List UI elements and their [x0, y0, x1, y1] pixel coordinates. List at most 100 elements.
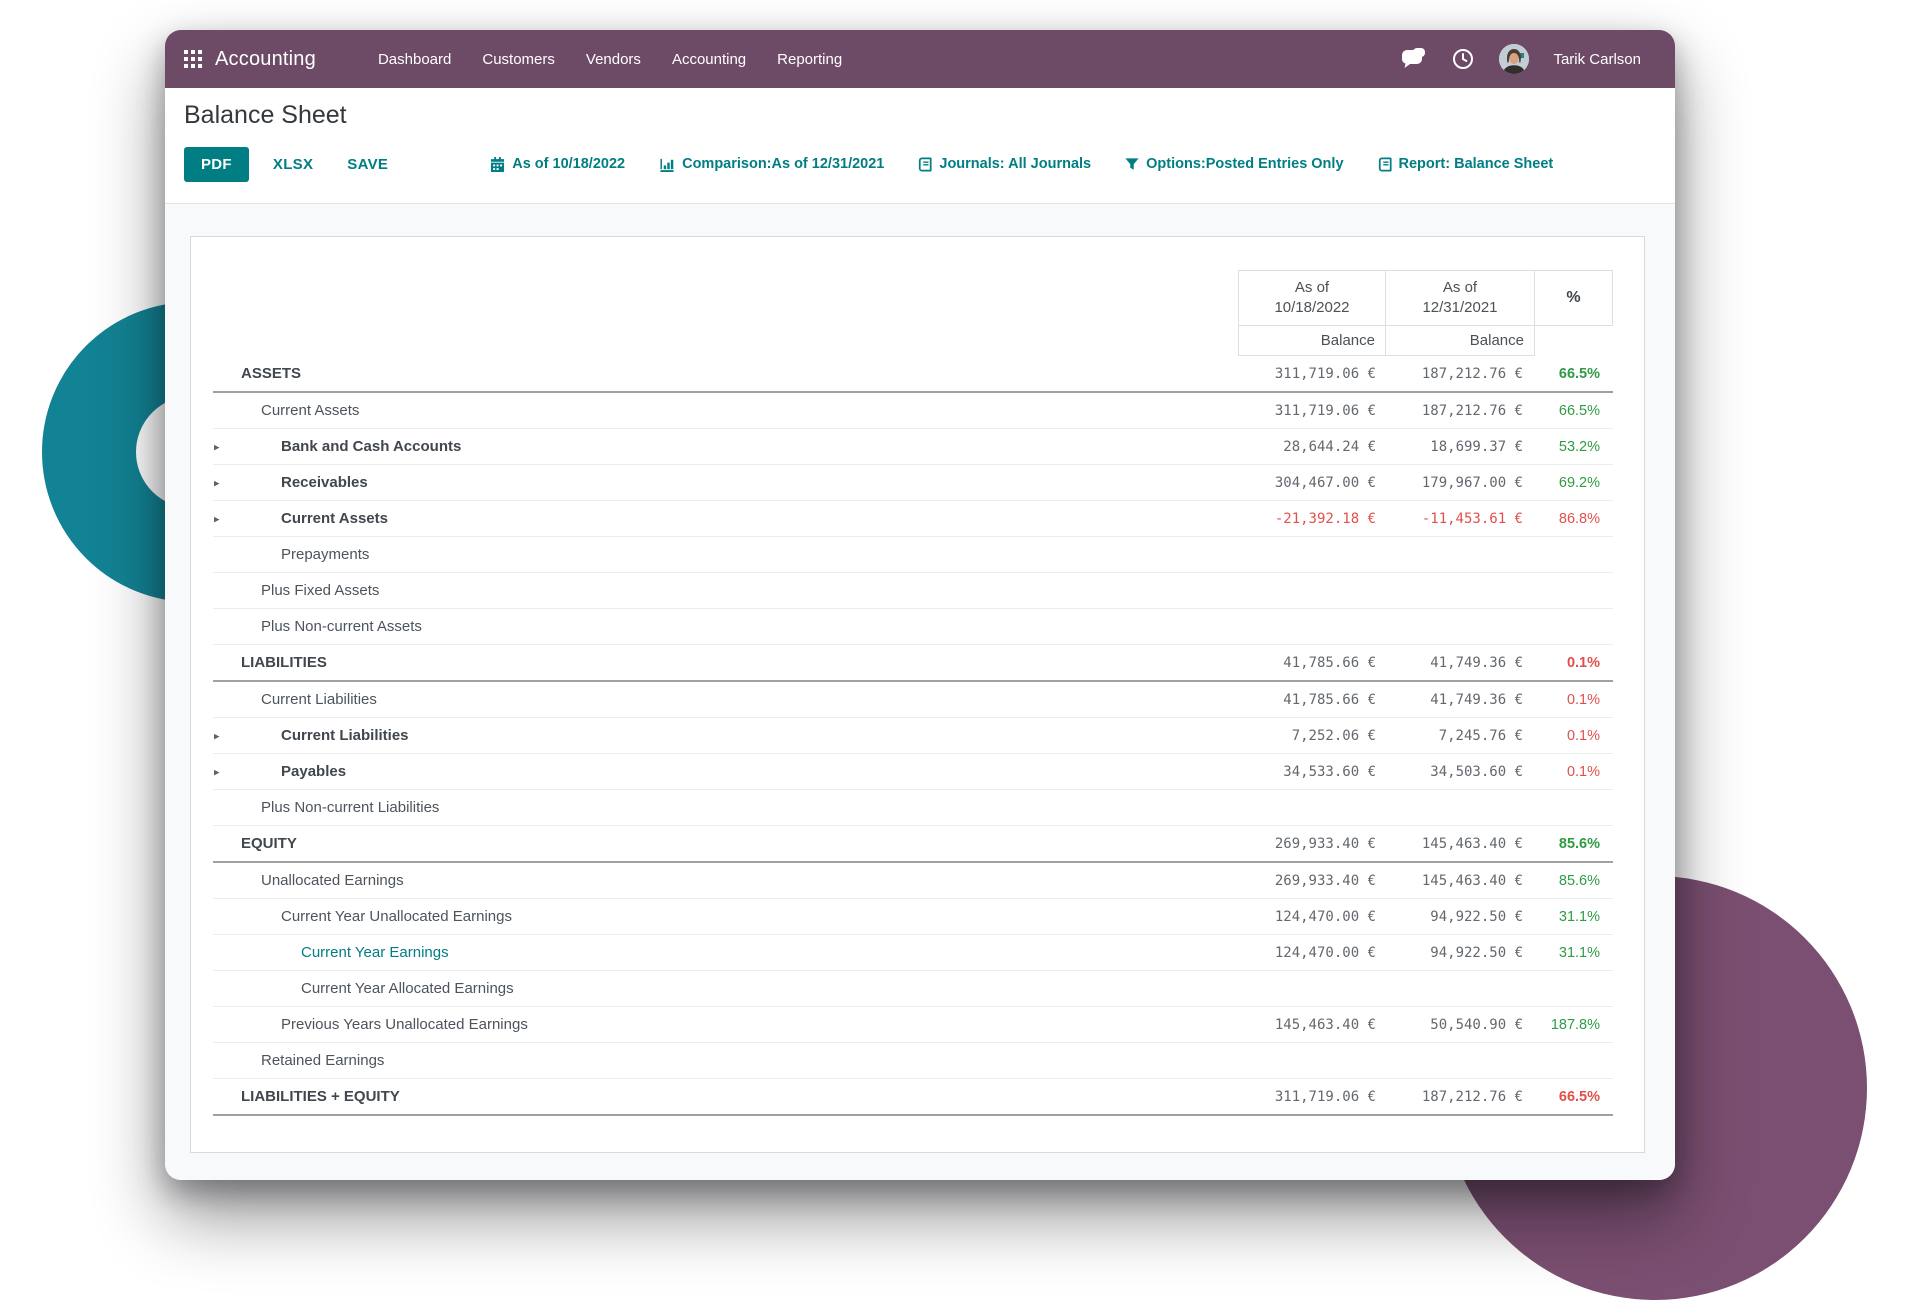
- row-balance-period-2: 41,749.36 €: [1430, 691, 1523, 708]
- subheader-balance-1: Balance: [1238, 325, 1386, 356]
- nav-menu-item-dashboard[interactable]: Dashboard: [378, 51, 451, 68]
- filter-button[interactable]: Report: Balance Sheet: [1378, 156, 1553, 172]
- user-name[interactable]: Tarik Carlson: [1553, 51, 1641, 68]
- row-percent: 85.6%: [1558, 835, 1600, 852]
- xlsx-button[interactable]: XLSX: [263, 147, 323, 182]
- row-label: Receivables: [281, 474, 368, 491]
- options-icon: [1125, 157, 1139, 171]
- row-label: Current Liabilities: [281, 727, 409, 744]
- row-label: Prepayments: [281, 546, 370, 563]
- row-balance-period-2: 187,212.76 €: [1421, 1088, 1523, 1105]
- column-header-period-1: As of 10/18/2022: [1238, 270, 1386, 326]
- row-balance-period-1: 269,933.40 €: [1274, 872, 1376, 889]
- calendar-icon: [490, 156, 505, 172]
- column-header-period-2: As of 12/31/2021: [1385, 270, 1535, 326]
- row-label: Current Liabilities: [261, 691, 377, 708]
- top-navbar: Accounting Dashboard Customers Vendors A…: [165, 30, 1675, 88]
- row-percent: 31.1%: [1558, 944, 1600, 961]
- table-row: ▸ Current Liabilities 41,785.66 € 41,749…: [213, 682, 1613, 718]
- table-header: As of 10/18/2022 As of 12/31/2021 % Bala…: [213, 270, 1613, 356]
- row-label: Previous Years Unallocated Earnings: [281, 1016, 528, 1033]
- row-percent: 66.5%: [1558, 402, 1600, 419]
- row-percent: 0.1%: [1566, 691, 1600, 708]
- row-label: Current Year Allocated Earnings: [301, 980, 514, 997]
- row-balance-period-2: 187,212.76 €: [1421, 365, 1523, 382]
- table-row: ▸ LIABILITIES + EQUITY 311,719.06 € 187,…: [213, 1079, 1613, 1116]
- expand-caret-icon[interactable]: ▸: [214, 512, 220, 525]
- row-balance-period-2: 50,540.90 €: [1430, 1016, 1523, 1033]
- row-percent: 66.5%: [1558, 365, 1600, 382]
- filter-button[interactable]: As of 10/18/2022: [490, 156, 625, 172]
- table-row: ▸ Plus Non-current Liabilities: [213, 790, 1613, 826]
- table-row: ▸ Current Year Unallocated Earnings 124,…: [213, 899, 1613, 935]
- journals-icon: [918, 157, 932, 172]
- report-filters: As of 10/18/2022 Comparison:As of 12/31/…: [490, 156, 1553, 172]
- row-balance-period-1: 7,252.06 €: [1291, 727, 1376, 744]
- table-row: ▸ Current Assets -21,392.18 € -11,453.61…: [213, 501, 1613, 537]
- row-balance-period-1: 124,470.00 €: [1274, 908, 1376, 925]
- filter-button[interactable]: Options:Posted Entries Only: [1125, 156, 1344, 172]
- table-row: ▸ Payables 34,533.60 € 34,503.60 € 0.1%: [213, 754, 1613, 790]
- navbar-right: Tarik Carlson: [1401, 44, 1641, 74]
- row-label: LIABILITIES + EQUITY: [241, 1088, 400, 1105]
- nav-menu-item-accounting[interactable]: Accounting: [672, 51, 746, 68]
- table-body: ▸ ASSETS 311,719.06 € 187,212.76 € 66.5%…: [213, 356, 1613, 1116]
- app-brand[interactable]: Accounting: [215, 48, 316, 71]
- table-row: ▸ Receivables 304,467.00 € 179,967.00 € …: [213, 465, 1613, 501]
- row-label: Current Assets: [261, 402, 360, 419]
- user-avatar[interactable]: [1499, 44, 1530, 74]
- row-label: Unallocated Earnings: [261, 872, 404, 889]
- row-label: Plus Non-current Assets: [261, 618, 422, 635]
- header-spacer: [1535, 326, 1613, 356]
- row-percent: 187.8%: [1550, 1016, 1600, 1033]
- comparison-icon: [659, 157, 675, 172]
- table-row: ▸ Current Liabilities 7,252.06 € 7,245.7…: [213, 718, 1613, 754]
- row-balance-period-1: 311,719.06 €: [1274, 402, 1376, 419]
- row-balance-period-2: 41,749.36 €: [1430, 654, 1523, 671]
- page-title: Balance Sheet: [184, 101, 347, 129]
- row-balance-period-1: 269,933.40 €: [1274, 835, 1376, 852]
- export-buttons: PDF XLSX SAVE: [184, 146, 398, 182]
- report-content: As of 10/18/2022 As of 12/31/2021 % Bala…: [165, 204, 1675, 1180]
- expand-caret-icon[interactable]: ▸: [214, 765, 220, 778]
- row-balance-period-1: -21,392.18 €: [1274, 510, 1376, 527]
- row-percent: 0.1%: [1566, 763, 1600, 780]
- row-balance-period-2: 7,245.76 €: [1438, 727, 1523, 744]
- row-balance-period-1: 34,533.60 €: [1283, 763, 1376, 780]
- app-window: Accounting Dashboard Customers Vendors A…: [165, 30, 1675, 1180]
- table-row: ▸ ASSETS 311,719.06 € 187,212.76 € 66.5%: [213, 356, 1613, 393]
- row-percent: 86.8%: [1558, 510, 1600, 527]
- row-percent: 66.5%: [1558, 1088, 1600, 1105]
- row-label[interactable]: Current Year Earnings: [213, 944, 449, 961]
- activities-clock-icon[interactable]: [1451, 47, 1475, 71]
- table-row: ▸ Prepayments: [213, 537, 1613, 573]
- row-balance-period-2: -11,453.61 €: [1421, 510, 1523, 527]
- table-row: ▸ Unallocated Earnings 269,933.40 € 145,…: [213, 863, 1613, 899]
- nav-menu-item-customers[interactable]: Customers: [482, 51, 555, 68]
- expand-caret-icon[interactable]: ▸: [214, 729, 220, 742]
- row-balance-period-1: 311,719.06 €: [1274, 1088, 1376, 1105]
- report-header: Balance Sheet PDF XLSX SAVE As of 10/18/…: [165, 88, 1675, 204]
- apps-grid-icon[interactable]: [184, 50, 202, 68]
- row-label: Retained Earnings: [261, 1052, 385, 1069]
- row-label: Plus Fixed Assets: [261, 582, 380, 599]
- row-balance-period-1: 124,470.00 €: [1274, 944, 1376, 961]
- row-balance-period-2: 145,463.40 €: [1421, 872, 1523, 889]
- row-percent: 0.1%: [1566, 727, 1600, 744]
- table-row: ▸ Bank and Cash Accounts 28,644.24 € 18,…: [213, 429, 1613, 465]
- filter-button[interactable]: Comparison:As of 12/31/2021: [659, 156, 884, 172]
- messages-icon[interactable]: [1401, 48, 1427, 70]
- nav-menu-item-reporting[interactable]: Reporting: [777, 51, 842, 68]
- table-row: ▸ Current Assets 311,719.06 € 187,212.76…: [213, 393, 1613, 429]
- row-balance-period-2: 18,699.37 €: [1430, 438, 1523, 455]
- filter-button[interactable]: Journals: All Journals: [918, 156, 1091, 172]
- nav-menu-item-vendors[interactable]: Vendors: [586, 51, 641, 68]
- save-button[interactable]: SAVE: [337, 147, 398, 182]
- row-balance-period-1: 145,463.40 €: [1274, 1016, 1376, 1033]
- expand-caret-icon[interactable]: ▸: [214, 476, 220, 489]
- table-row: ▸ Plus Fixed Assets: [213, 573, 1613, 609]
- expand-caret-icon[interactable]: ▸: [214, 440, 220, 453]
- subheader-balance-2: Balance: [1385, 325, 1535, 356]
- column-header-percent: %: [1534, 270, 1613, 326]
- pdf-button[interactable]: PDF: [184, 146, 249, 182]
